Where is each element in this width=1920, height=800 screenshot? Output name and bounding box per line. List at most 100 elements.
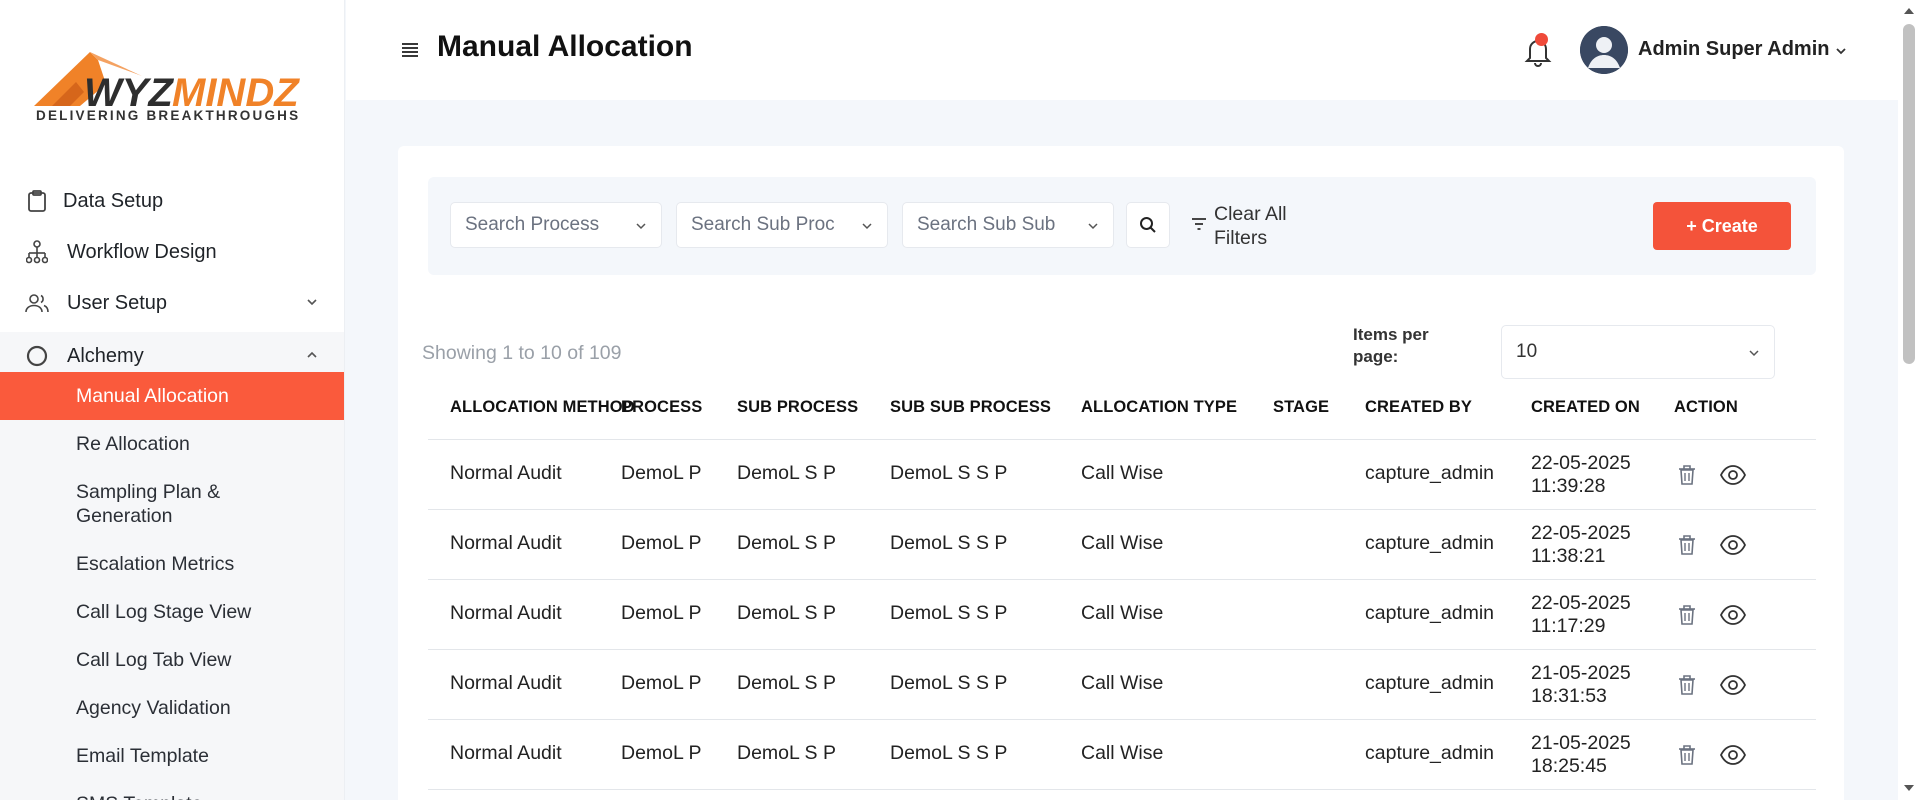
created-on-date: 22-05-2025	[1531, 522, 1631, 544]
sidebar-item-escalation-metrics[interactable]: Escalation Metrics	[0, 552, 344, 576]
sub-sub-process-select-placeholder: Search Sub Sub	[917, 214, 1056, 235]
clear-all-filters-button[interactable]: Clear All Filters	[1190, 202, 1304, 250]
scroll-down-arrow-icon[interactable]	[1903, 783, 1915, 793]
column-header[interactable]: STAGE	[1273, 398, 1329, 417]
sidebar-item-workflow-design[interactable]: Workflow Design	[0, 228, 344, 276]
sidebar-item-data-setup[interactable]: Data Setup	[0, 177, 344, 225]
cell-allocation-method: Normal Audit	[450, 532, 562, 554]
sidebar-item-label: User Setup	[67, 291, 168, 314]
cell-allocation-method: Normal Audit	[450, 462, 562, 484]
sidebar-item-manual-allocation[interactable]: Manual Allocation	[0, 372, 344, 420]
chevron-down-icon	[307, 299, 317, 306]
trash-icon[interactable]	[1674, 602, 1700, 628]
eye-icon[interactable]	[1720, 742, 1746, 768]
menu-icon[interactable]	[400, 40, 420, 60]
cell-allocation-type: Call Wise	[1081, 742, 1164, 764]
chevron-down-icon	[636, 223, 646, 230]
trash-icon[interactable]	[1674, 532, 1700, 558]
sidebar-item-label: Workflow Design	[67, 240, 217, 263]
cell-sub-sub-process: DemoL S S P	[890, 532, 1008, 554]
circle-icon	[25, 344, 49, 368]
create-button[interactable]: + Create	[1653, 202, 1791, 250]
sub-process-select[interactable]: Search Sub Proc	[676, 202, 888, 248]
column-header[interactable]: ALLOCATION METHOD	[450, 398, 635, 417]
chevron-down-icon	[1749, 350, 1759, 357]
items-per-page-label: Items per page:	[1353, 325, 1429, 366]
sidebar-item-sms-template[interactable]: SMS Template	[0, 792, 344, 800]
chevron-down-icon	[1088, 223, 1098, 230]
cell-allocation-type: Call Wise	[1081, 532, 1164, 554]
trash-icon[interactable]	[1674, 462, 1700, 488]
clipboard-icon	[25, 189, 49, 213]
cell-process: DemoL P	[621, 532, 702, 554]
sidebar-item-call-log-tab-view[interactable]: Call Log Tab View	[0, 648, 344, 672]
avatar[interactable]	[1580, 26, 1628, 74]
trash-icon[interactable]	[1674, 742, 1700, 768]
scroll-up-arrow-icon[interactable]	[1903, 6, 1915, 16]
search-icon	[1140, 217, 1156, 233]
column-header[interactable]: SUB PROCESS	[737, 398, 858, 417]
cell-created-on: 21-05-2025 18:31:53	[1531, 662, 1631, 708]
cell-sub-process: DemoL S P	[737, 672, 836, 694]
created-on-date: 22-05-2025	[1531, 452, 1631, 474]
chevron-up-icon	[307, 351, 317, 358]
allocation-table: ALLOCATION METHOD PROCESS SUB PROCESS SU…	[428, 398, 1816, 790]
filter-icon	[1192, 218, 1206, 230]
sidebar-item-label: Alchemy	[67, 344, 144, 367]
eye-icon[interactable]	[1720, 672, 1746, 698]
table-row: Normal Audit DemoL P DemoL S P DemoL S S P C…	[428, 650, 1816, 720]
column-header[interactable]: ALLOCATION TYPE	[1081, 398, 1237, 417]
sidebar-item-re-allocation[interactable]: Re Allocation	[0, 432, 344, 456]
items-per-page-select[interactable]: 10	[1501, 325, 1775, 379]
trash-icon[interactable]	[1674, 672, 1700, 698]
chevron-down-icon	[862, 223, 872, 230]
column-header[interactable]: PROCESS	[621, 398, 702, 417]
eye-icon[interactable]	[1720, 462, 1746, 488]
user-name[interactable]: Admin Super Admin	[1638, 38, 1829, 61]
created-on-time: 11:39:28	[1531, 475, 1606, 497]
sidebar-item-email-template[interactable]: Email Template	[0, 744, 344, 768]
column-header[interactable]: SUB SUB PROCESS	[890, 398, 1051, 417]
sidebar-item-call-log-stage-view[interactable]: Call Log Stage View	[0, 600, 344, 624]
users-icon	[25, 291, 49, 315]
chevron-down-icon[interactable]	[1834, 44, 1848, 58]
cell-created-by: capture_admin	[1365, 602, 1494, 624]
eye-icon[interactable]	[1720, 532, 1746, 558]
sub-process-select-placeholder: Search Sub Proc	[691, 214, 835, 235]
cell-created-by: capture_admin	[1365, 532, 1494, 554]
sidebar-item-agency-validation[interactable]: Agency Validation	[0, 696, 344, 720]
created-on-time: 11:38:21	[1531, 545, 1606, 567]
cell-allocation-method: Normal Audit	[450, 742, 562, 764]
logo-tagline: DELIVERING BREAKTHROUGHS	[36, 108, 301, 123]
filter-bar: Search Process Search Sub Proc Search Su…	[428, 177, 1816, 275]
scrollbar[interactable]	[1898, 0, 1920, 800]
cell-created-on: 22-05-2025 11:39:28	[1531, 452, 1631, 498]
column-header: ACTION	[1674, 398, 1738, 416]
table-row: Normal Audit DemoL P DemoL S P DemoL S S P C…	[428, 720, 1816, 790]
cell-created-by: capture_admin	[1365, 742, 1494, 764]
cell-allocation-type: Call Wise	[1081, 462, 1164, 484]
sidebar-item-sampling-plan[interactable]: Sampling Plan & Generation	[0, 480, 300, 528]
items-per-page-value: 10	[1516, 341, 1538, 362]
alchemy-submenu: Manual Allocation Re Allocation Sampling…	[0, 372, 344, 800]
column-header[interactable]: CREATED BY	[1365, 398, 1472, 417]
sub-sub-process-select[interactable]: Search Sub Sub	[902, 202, 1114, 248]
cell-process: DemoL P	[621, 462, 702, 484]
cell-process: DemoL P	[621, 602, 702, 624]
cell-allocation-type: Call Wise	[1081, 672, 1164, 694]
column-header[interactable]: CREATED ON	[1531, 398, 1640, 417]
cell-sub-process: DemoL S P	[737, 462, 836, 484]
cell-created-by: capture_admin	[1365, 672, 1494, 694]
cell-created-on: 21-05-2025 18:25:45	[1531, 732, 1631, 778]
sidebar-item-user-setup[interactable]: User Setup	[0, 279, 344, 327]
page-title: Manual Allocation	[437, 30, 693, 63]
table-row: Normal Audit DemoL P DemoL S P DemoL S S P C…	[428, 440, 1816, 510]
sidebar-item-label: Data Setup	[63, 189, 164, 212]
cell-allocation-type: Call Wise	[1081, 602, 1164, 624]
eye-icon[interactable]	[1720, 602, 1746, 628]
cell-process: DemoL P	[621, 672, 702, 694]
scrollbar-thumb[interactable]	[1903, 24, 1915, 364]
search-button[interactable]	[1126, 202, 1170, 248]
process-select[interactable]: Search Process	[450, 202, 662, 248]
cell-sub-sub-process: DemoL S S P	[890, 602, 1008, 624]
